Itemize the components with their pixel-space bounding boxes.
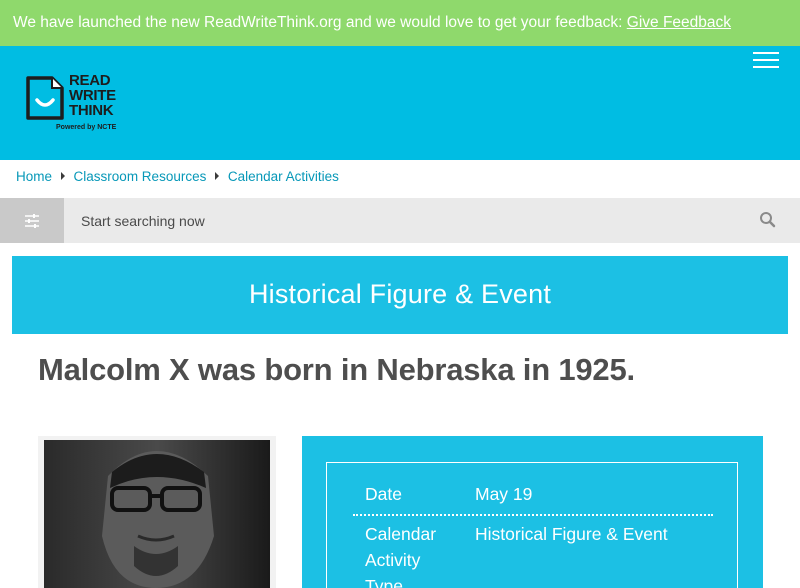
breadcrumb-calendar-activities[interactable]: Calendar Activities: [228, 169, 339, 184]
sliders-icon: [25, 214, 39, 228]
breadcrumb-separator-icon: [215, 172, 220, 181]
details-box: Date May 19 Calendar Activity Type Histo…: [326, 462, 738, 588]
give-feedback-link[interactable]: Give Feedback: [627, 14, 731, 31]
breadcrumb-separator-icon: [60, 172, 65, 181]
portrait-image: [38, 436, 276, 588]
category-heading: Historical Figure & Event: [12, 256, 788, 334]
malcolm-x-photo: [38, 436, 276, 588]
site-header: READ WRITE THINK Powered by NCTE: [0, 46, 800, 160]
date-value: May 19: [475, 484, 533, 504]
activity-type-value: Historical Figure & Event: [475, 524, 668, 544]
details-divider: [353, 514, 713, 516]
filter-button[interactable]: [0, 198, 64, 243]
activity-type-label-line3: Type: [365, 576, 403, 588]
details-panel: Date May 19 Calendar Activity Type Histo…: [302, 436, 763, 588]
logo-tagline: Powered by NCTE: [56, 124, 117, 131]
activity-type-label-line1: Calendar: [365, 524, 437, 544]
logo-word-write: WRITE: [69, 87, 116, 104]
readwritethink-logo[interactable]: READ WRITE THINK Powered by NCTE: [24, 72, 134, 138]
breadcrumb-home[interactable]: Home: [16, 169, 52, 184]
logo-face-icon: [26, 76, 64, 120]
logo-word-read: READ: [69, 72, 111, 89]
search-bar: [0, 198, 800, 243]
search-button[interactable]: [758, 210, 778, 230]
date-label: Date: [365, 484, 402, 504]
feedback-banner: We have launched the new ReadWriteThink.…: [0, 0, 800, 46]
page-title: Malcolm X was born in Nebraska in 1925.: [38, 352, 635, 387]
logo-word-think: THINK: [69, 102, 114, 119]
breadcrumb-classroom-resources[interactable]: Classroom Resources: [74, 169, 207, 184]
magnifier-icon: [760, 212, 776, 228]
activity-type-label-line2: Activity: [365, 550, 421, 570]
search-input[interactable]: [64, 198, 744, 243]
breadcrumb: Home Classroom Resources Calendar Activi…: [16, 168, 339, 188]
banner-text: We have launched the new ReadWriteThink.…: [13, 14, 627, 31]
hamburger-icon[interactable]: [753, 48, 779, 70]
